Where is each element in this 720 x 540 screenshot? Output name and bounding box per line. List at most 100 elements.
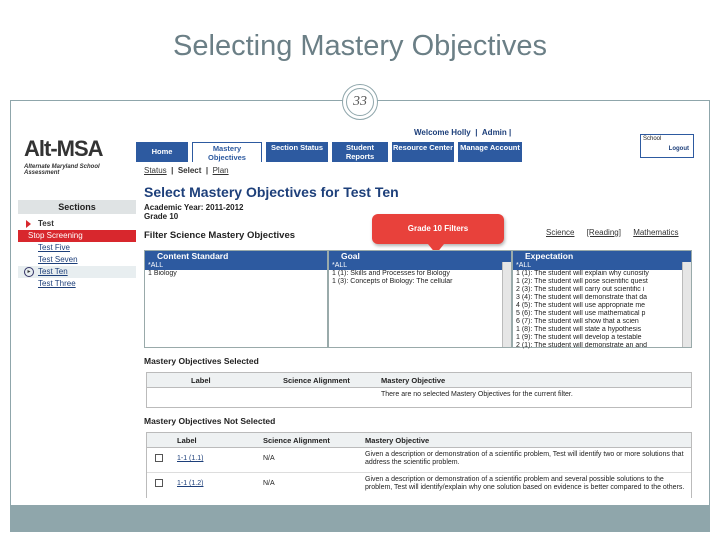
admin-link[interactable]: Admin | (482, 128, 511, 137)
list-item[interactable]: 1 (8): The student will state a hypothes… (513, 326, 691, 334)
content-standard-list[interactable]: Content Standard *ALL 1 Biology (144, 250, 328, 348)
list-item[interactable]: 1 (1): The student will explain why curi… (513, 270, 691, 278)
tab-student-reports[interactable]: Student Reports (332, 142, 388, 162)
main-panel: Welcome Holly | Admin | School Logout Ho… (136, 126, 696, 498)
column-label: Label (177, 436, 197, 445)
subnav-plan[interactable]: Plan (213, 166, 229, 175)
app-screenshot: Alt-MSA Alternate Maryland School Assess… (18, 126, 696, 498)
subnav-status[interactable]: Status (144, 166, 167, 175)
subject-science[interactable]: Science (546, 228, 574, 237)
page-number: 33 (342, 84, 378, 120)
column-label: Label (191, 376, 211, 385)
page-title: Select Mastery Objectives for Test Ten (144, 184, 399, 200)
list-item[interactable]: 6 (7): The student will show that a scie… (513, 318, 691, 326)
sidebar: Alt-MSA Alternate Maryland School Assess… (18, 126, 136, 498)
school-box: School Logout (640, 134, 694, 158)
list-item[interactable]: 5 (6): The student will use mathematical… (513, 310, 691, 318)
list-item[interactable]: 2 (1): The student will demonstrate an a… (513, 342, 691, 350)
table-header: Label Science Alignment Mastery Objectiv… (147, 373, 691, 388)
mastery-objective-text: Given a description or demonstration of … (365, 451, 684, 466)
subject-reading[interactable]: [Reading] (587, 228, 621, 237)
welcome-bar: Welcome Holly | Admin | (414, 128, 512, 137)
subnav-separator: | (171, 166, 174, 175)
slide-title: Selecting Mastery Objectives (173, 30, 547, 62)
subnav-separator: | (205, 166, 209, 175)
column-science-alignment: Science Alignment (283, 376, 350, 385)
school-label: School (643, 136, 662, 142)
science-alignment-value: N/A (263, 455, 275, 462)
sidebar-item-test-ten[interactable]: ▸ Test Ten (18, 266, 136, 278)
tab-home[interactable]: Home (136, 142, 188, 162)
tab-resource-center[interactable]: Resource Center (392, 142, 454, 162)
selected-table: Label Science Alignment Mastery Objectiv… (146, 372, 692, 408)
select-checkbox[interactable] (155, 479, 163, 487)
table-row[interactable]: 1-1 (1.1) N/A Given a description or dem… (147, 448, 691, 473)
sub-navigation: Status | Select | Plan (144, 166, 229, 175)
grade-text: Grade 10 (144, 212, 179, 221)
play-circle-icon: ▸ (24, 267, 34, 277)
sidebar-item-stop-screening[interactable]: Stop Screening (18, 230, 136, 242)
table-row[interactable]: 1-1 (1.2) N/A Given a description or dem… (147, 473, 691, 497)
slide-footer-bar (10, 505, 710, 532)
list-item[interactable]: *ALL (145, 262, 327, 270)
expectation-scrollbar[interactable] (682, 262, 691, 347)
subnav-select[interactable]: Select (178, 166, 202, 175)
sidebar-item-test-five[interactable]: Test Five (18, 242, 136, 254)
list-item[interactable]: 1 (1): Skills and Processes for Biology (329, 270, 511, 278)
list-item[interactable]: 3 (4): The student will demonstrate that… (513, 294, 691, 302)
content-standard-header: Content Standard (145, 251, 327, 262)
column-science-alignment: Science Alignment (263, 436, 330, 445)
select-checkbox[interactable] (155, 454, 163, 462)
mastery-objective-text: Given a description or demonstration of … (365, 476, 685, 491)
sidebar-item-test[interactable]: Test (18, 218, 136, 230)
science-alignment-value: N/A (263, 480, 275, 487)
grade-filters-callout: Grade 10 Filters (372, 214, 504, 254)
tab-manage-account[interactable]: Manage Account (458, 142, 522, 162)
sidebar-item-test-three[interactable]: Test Three (18, 278, 136, 290)
tab-mastery-objectives[interactable]: Mastery Objectives (192, 142, 262, 162)
column-mastery-objective: Mastery Objective (365, 436, 430, 445)
slide-frame-left (10, 100, 11, 532)
expectation-list[interactable]: Expectation *ALL 1 (1): The student will… (512, 250, 692, 350)
sidebar-item-label: Stop Screening (28, 231, 83, 240)
sections-header: Sections (18, 200, 136, 214)
objective-label-link[interactable]: 1-1 (1.2) (177, 480, 203, 487)
sidebar-item-label: Test Seven (38, 255, 78, 264)
sidebar-item-label: Test (38, 219, 54, 228)
selected-section-title: Mastery Objectives Selected (144, 356, 259, 366)
empty-message: There are no selected Mastery Objectives… (381, 391, 573, 398)
list-item[interactable]: 2 (3): The student will carry out scient… (513, 286, 691, 294)
tab-section-status[interactable]: Section Status (266, 142, 328, 162)
sidebar-item-label: Test Three (38, 279, 76, 288)
list-item[interactable]: 1 (2): The student will pose scientific … (513, 278, 691, 286)
app-logo: Alt-MSA Alternate Maryland School Assess… (24, 136, 132, 184)
table-row: There are no selected Mastery Objectives… (147, 388, 691, 408)
logout-link[interactable]: Logout (669, 146, 689, 152)
sidebar-item-label: Test Ten (38, 267, 68, 276)
logo-text: Alt-MSA (24, 136, 104, 161)
list-item[interactable]: 1 (9): The student will develop a testab… (513, 334, 691, 342)
sidebar-item-label: Test Five (38, 243, 71, 252)
logo-subtitle: Alternate Maryland School Assessment (24, 164, 100, 176)
list-item[interactable]: *ALL (513, 262, 691, 270)
list-item[interactable]: 1 (3): Concepts of Biology: The cellular (329, 278, 511, 286)
not-selected-section-title: Mastery Objectives Not Selected (144, 416, 276, 426)
list-item[interactable]: 4 (5): The student will use appropriate … (513, 302, 691, 310)
list-item[interactable]: *ALL (329, 262, 511, 270)
list-item[interactable]: 1 Biology (145, 270, 327, 278)
goal-header: Goal (329, 251, 511, 262)
academic-year: Academic Year: 2011-2012 Grade 10 (144, 203, 243, 221)
expectation-header: Expectation (513, 251, 691, 262)
sections-list: Test Stop Screening Test Five Test Seven… (18, 218, 136, 290)
not-selected-table: Label Science Alignment Mastery Objectiv… (146, 432, 692, 498)
subject-mathematics[interactable]: Mathematics (633, 228, 678, 237)
welcome-text: Welcome Holly (414, 128, 471, 137)
goal-list[interactable]: Goal *ALL 1 (1): Skills and Processes fo… (328, 250, 512, 348)
sidebar-item-test-seven[interactable]: Test Seven (18, 254, 136, 266)
column-mastery-objective: Mastery Objective (381, 376, 446, 385)
goal-scrollbar[interactable] (502, 262, 511, 347)
subject-links: Science [Reading] Mathematics (546, 228, 679, 237)
table-header: Label Science Alignment Mastery Objectiv… (147, 433, 691, 448)
objective-label-link[interactable]: 1-1 (1.1) (177, 455, 203, 462)
filter-title: Filter Science Mastery Objectives (144, 230, 296, 241)
